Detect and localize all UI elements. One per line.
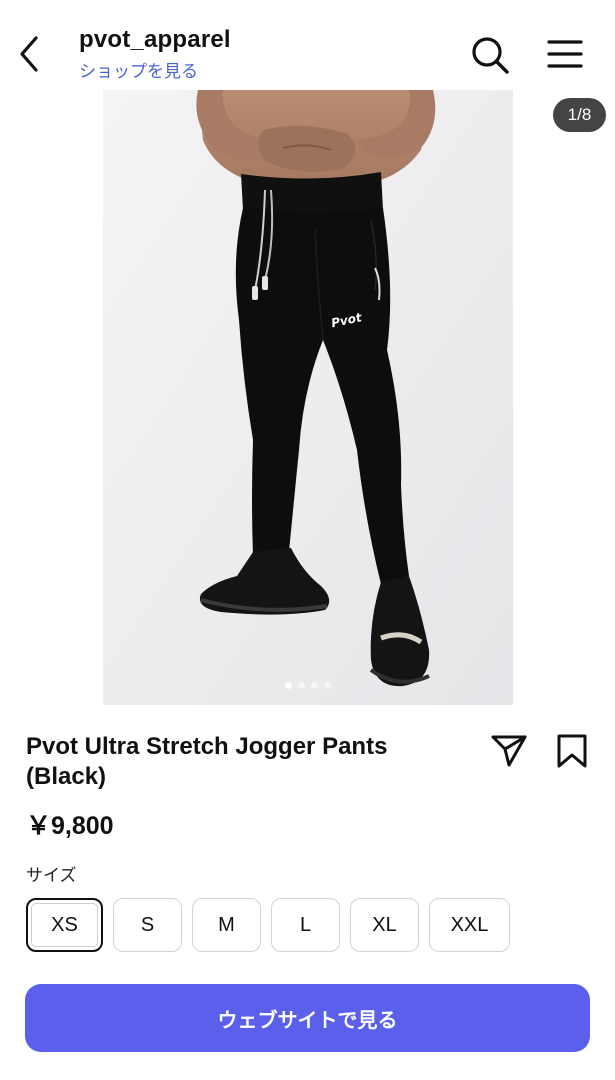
size-label: サイズ	[26, 866, 77, 886]
product-image[interactable]: Pvot	[103, 90, 513, 705]
size-option-m[interactable]: M	[192, 898, 261, 952]
product-title: Pvot Ultra Stretch Jogger Pants (Black)	[26, 733, 388, 790]
bookmark-icon[interactable]	[556, 734, 588, 768]
size-option-xs[interactable]: XS	[26, 898, 103, 952]
gallery-dot[interactable]	[311, 682, 318, 689]
image-counter-badge: 1/8	[553, 98, 606, 132]
gallery-dot[interactable]	[324, 682, 331, 689]
chevron-left-icon[interactable]	[14, 34, 48, 74]
gallery-dot[interactable]	[298, 682, 305, 689]
gallery-dots	[285, 682, 331, 689]
gallery-dot-active[interactable]	[285, 682, 292, 689]
size-option-l[interactable]: L	[271, 898, 340, 952]
size-option-s[interactable]: S	[113, 898, 182, 952]
shop-name[interactable]: pvot_apparel	[79, 26, 231, 54]
size-selector: XS S M L XL XXL	[26, 898, 510, 952]
paper-plane-icon[interactable]	[490, 734, 528, 768]
view-shop-link[interactable]: ショップを見る	[79, 57, 198, 82]
header: pvot_apparel ショップを見る	[0, 0, 615, 90]
hamburger-menu-icon[interactable]	[546, 38, 584, 70]
size-option-xxl[interactable]: XXL	[429, 898, 510, 952]
search-icon[interactable]	[469, 34, 511, 76]
size-option-xl[interactable]: XL	[350, 898, 419, 952]
view-website-button[interactable]: ウェブサイトで見る	[25, 984, 590, 1052]
product-price: ￥9,800	[26, 812, 114, 840]
